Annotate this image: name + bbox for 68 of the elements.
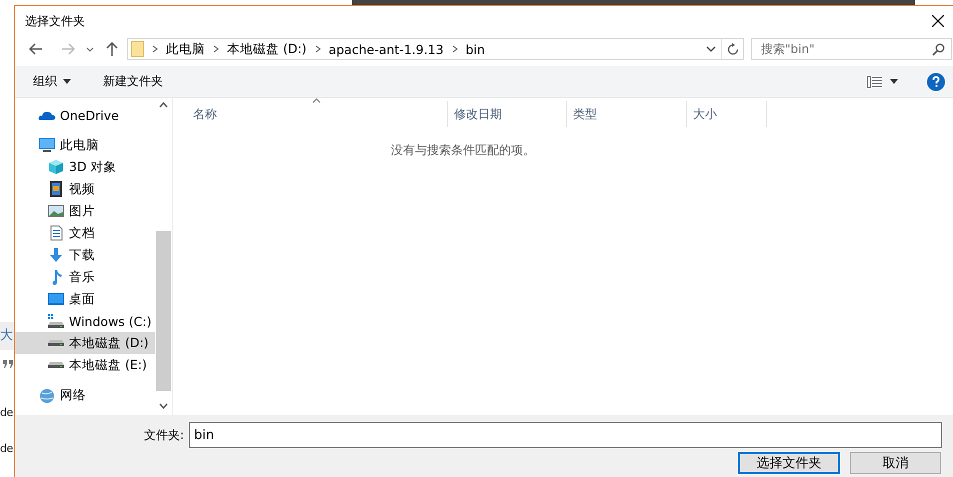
sidebar-item[interactable]: 音乐 (15, 266, 155, 288)
back-arrow-icon (29, 43, 43, 55)
page-text: 大 (0, 322, 14, 350)
sidebar-item[interactable]: 此电脑 (15, 134, 155, 156)
quote-icon (3, 360, 14, 368)
drive-icon (47, 313, 65, 329)
search-field[interactable]: 搜索"bin" (751, 38, 952, 60)
column-header[interactable]: 大小 (687, 101, 767, 127)
scrollbar-thumb[interactable] (156, 231, 171, 391)
down-arrow-icon (47, 247, 65, 263)
close-icon (932, 15, 944, 27)
column-header[interactable]: 名称 (173, 101, 448, 127)
address-bar[interactable]: 此电脑 本地磁盘 (D:) apache-ant-1.9.13 bin (127, 38, 744, 60)
help-icon[interactable] (927, 72, 945, 90)
breadcrumb[interactable]: 本地磁盘 (D:) (227, 40, 307, 58)
chevron-right-icon (314, 45, 321, 53)
chevron-right-icon (213, 45, 219, 53)
sidebar-item[interactable]: 文档 (15, 222, 155, 244)
search-icon (932, 43, 945, 56)
page-text: de (0, 442, 14, 455)
folder-label: 文件夹: (144, 426, 184, 444)
page-text: de (0, 406, 14, 419)
monitor-icon (38, 137, 56, 153)
forward-arrow-icon (61, 43, 75, 55)
chevron-down-icon (159, 403, 168, 409)
new-folder-button[interactable]: 新建文件夹 (103, 73, 163, 90)
drive-icon (47, 340, 65, 346)
select-folder-button[interactable]: 选择文件夹 (738, 452, 840, 474)
sidebar-item[interactable]: 视频 (15, 178, 155, 200)
chevron-down-icon (86, 46, 94, 52)
caret-icon (63, 79, 71, 84)
sidebar-item[interactable]: 图片 (15, 200, 155, 222)
chevron-right-icon (152, 45, 158, 53)
sidebar-item[interactable]: 网络 (15, 384, 155, 406)
sidebar-item[interactable]: 本地磁盘 (E:) (15, 354, 155, 376)
sidebar-item[interactable]: 本地磁盘 (D:) (15, 332, 155, 354)
scrollbar[interactable] (155, 98, 173, 415)
sidebar-item[interactable]: 3D 对象 (15, 156, 155, 178)
sidebar-item[interactable]: 下载 (15, 244, 155, 266)
cancel-button[interactable]: 取消 (850, 452, 941, 474)
caret-icon (890, 79, 898, 84)
film-icon (47, 181, 65, 197)
view-menu[interactable] (867, 76, 898, 88)
sort-caret-icon (312, 98, 321, 103)
chevron-right-icon (452, 45, 458, 53)
organize-menu[interactable]: 组织 (33, 73, 71, 90)
sidebar-item[interactable]: Windows (C:) (15, 310, 155, 332)
sidebar-item[interactable]: OneDrive (15, 104, 155, 126)
breadcrumb[interactable]: bin (466, 42, 485, 56)
refresh-icon (726, 43, 738, 55)
cube-icon (47, 159, 65, 175)
column-header[interactable]: 修改日期 (448, 101, 567, 127)
up-arrow-icon (106, 42, 118, 56)
breadcrumb[interactable]: 此电脑 (166, 40, 205, 58)
desktop-icon (47, 291, 65, 307)
folder-field[interactable]: bin (189, 422, 942, 448)
column-header[interactable]: 类型 (567, 101, 687, 127)
picture-icon (47, 203, 65, 219)
drive-icon (47, 362, 65, 368)
list-view-icon (867, 76, 882, 88)
sidebar-item[interactable]: 桌面 (15, 288, 155, 310)
empty-message: 没有与搜索条件匹配的项。 (390, 142, 536, 159)
globe-icon (38, 387, 56, 403)
chevron-down-icon (706, 46, 716, 52)
window-title: 选择文件夹 (25, 12, 85, 30)
folder-icon (131, 41, 144, 57)
chevron-up-icon (159, 102, 168, 108)
breadcrumb[interactable]: apache-ant-1.9.13 (328, 42, 444, 56)
